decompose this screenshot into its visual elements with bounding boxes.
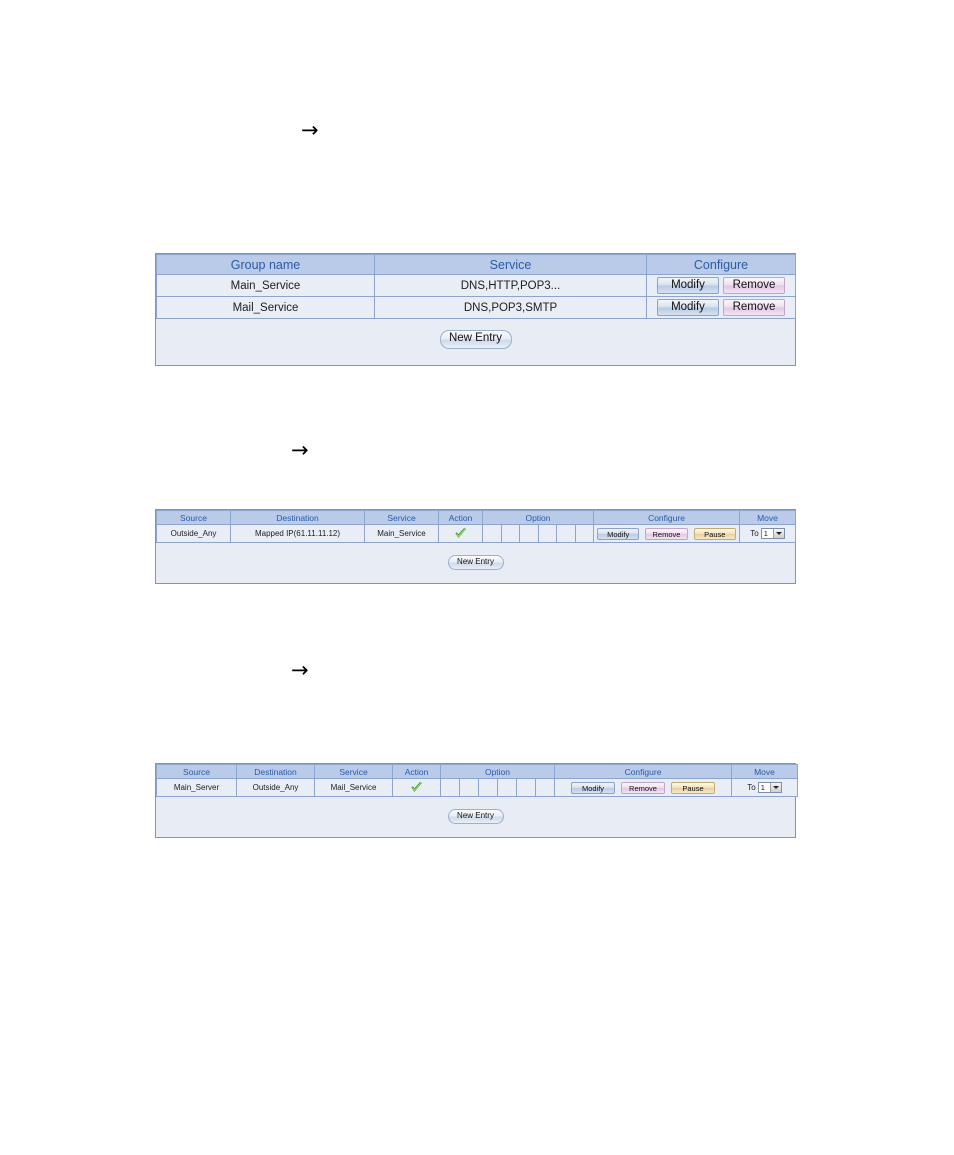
document-page: → Group name Service Configure Main_Serv…	[0, 0, 954, 1155]
cell-source: Main_Server	[156, 778, 237, 797]
column-header-option: Option	[440, 764, 555, 779]
section-arrow-2-icon: →	[291, 438, 309, 462]
move-position-value: 1	[760, 783, 765, 792]
option-slot	[460, 779, 479, 796]
option-slot	[479, 779, 498, 796]
modify-button[interactable]: Modify	[657, 299, 719, 316]
column-header-group-name: Group name	[156, 254, 375, 275]
cell-option	[482, 524, 594, 543]
policy-outgoing-panel: Source Destination Service Action Option…	[155, 763, 798, 838]
table-header-row: Source Destination Service Action Option…	[156, 510, 796, 525]
remove-button[interactable]: Remove	[723, 277, 785, 294]
option-slot	[520, 525, 539, 542]
column-header-move: Move	[731, 764, 798, 779]
cell-destination: Outside_Any	[236, 778, 315, 797]
cell-group-name: Mail_Service	[156, 296, 375, 319]
option-slot	[441, 779, 460, 796]
table-header-row: Group name Service Configure	[156, 254, 796, 275]
option-slot	[557, 525, 576, 542]
pause-button[interactable]: Pause	[693, 527, 736, 540]
column-header-configure: Configure	[646, 254, 796, 275]
column-header-source: Source	[156, 764, 237, 779]
column-header-destination: Destination	[230, 510, 365, 525]
option-slot	[536, 779, 554, 796]
modify-button[interactable]: Modify	[571, 781, 615, 794]
policy-incoming-panel: Source Destination Service Action Option…	[155, 509, 796, 584]
column-header-destination: Destination	[236, 764, 315, 779]
cell-configure: Modify Remove Pause	[593, 524, 740, 543]
pause-button[interactable]: Pause	[671, 781, 715, 794]
move-to-label: To	[747, 783, 756, 792]
column-header-option: Option	[482, 510, 594, 525]
table-row: Outside_Any Mapped IP(61.11.11.12) Main_…	[156, 524, 796, 543]
remove-button[interactable]: Remove	[723, 299, 785, 316]
remove-button[interactable]: Remove	[621, 781, 665, 794]
cell-service: Mail_Service	[314, 778, 393, 797]
move-position-select[interactable]: 1	[757, 782, 782, 793]
cell-move: To 1	[739, 524, 796, 543]
cell-move: To 1	[731, 778, 798, 797]
table-row: Main_Server Outside_Any Mail_Service Mod…	[156, 778, 798, 797]
cell-destination: Mapped IP(61.11.11.12)	[230, 524, 365, 543]
table-row: Mail_Service DNS,POP3,SMTP Modify Remove	[156, 296, 796, 319]
column-header-configure: Configure	[554, 764, 732, 779]
cell-option	[440, 778, 555, 797]
cell-source: Outside_Any	[156, 524, 231, 543]
option-slot	[539, 525, 557, 542]
column-header-action: Action	[438, 510, 483, 525]
cell-configure: Modify Remove Pause	[554, 778, 732, 797]
option-slot	[517, 779, 536, 796]
green-check-icon	[410, 781, 423, 794]
cell-group-name: Main_Service	[156, 274, 375, 297]
column-header-service: Service	[314, 764, 393, 779]
table-footer: New Entry	[156, 543, 795, 579]
cell-configure: Modify Remove	[646, 296, 796, 319]
option-slot	[502, 525, 520, 542]
column-header-action: Action	[392, 764, 441, 779]
service-group-table: Group name Service Configure Main_Servic…	[156, 254, 796, 319]
cell-service: DNS,POP3,SMTP	[374, 296, 647, 319]
column-header-move: Move	[739, 510, 796, 525]
modify-button[interactable]: Modify	[657, 277, 719, 294]
cell-service: DNS,HTTP,POP3...	[374, 274, 647, 297]
option-slot	[483, 525, 502, 542]
table-row: Main_Service DNS,HTTP,POP3... Modify Rem…	[156, 274, 796, 297]
cell-configure: Modify Remove	[646, 274, 796, 297]
chevron-down-icon	[769, 783, 781, 792]
policy-table-outgoing: Source Destination Service Action Option…	[156, 764, 798, 797]
move-position-select[interactable]: 1	[760, 528, 785, 539]
table-header-row: Source Destination Service Action Option…	[156, 764, 798, 779]
modify-button[interactable]: Modify	[597, 527, 640, 540]
move-position-value: 1	[763, 529, 768, 538]
chevron-down-icon	[772, 529, 784, 538]
cell-service: Main_Service	[364, 524, 439, 543]
column-header-source: Source	[156, 510, 231, 525]
new-entry-button[interactable]: New Entry	[447, 555, 504, 570]
table-footer: New Entry	[156, 797, 795, 833]
column-header-service: Service	[374, 254, 647, 275]
green-check-icon	[454, 527, 467, 540]
section-arrow-3-icon: →	[291, 658, 309, 682]
cell-action	[392, 778, 441, 797]
policy-table-incoming: Source Destination Service Action Option…	[156, 510, 796, 543]
cell-action	[438, 524, 483, 543]
option-slot	[576, 525, 594, 542]
new-entry-button[interactable]: New Entry	[447, 809, 504, 824]
new-entry-button[interactable]: New Entry	[439, 330, 512, 349]
table-footer: New Entry	[156, 319, 795, 359]
service-group-panel: Group name Service Configure Main_Servic…	[155, 253, 796, 366]
column-header-service: Service	[364, 510, 439, 525]
option-slot	[498, 779, 517, 796]
move-to-label: To	[750, 529, 759, 538]
column-header-configure: Configure	[593, 510, 740, 525]
section-arrow-1-icon: →	[301, 118, 319, 142]
remove-button[interactable]: Remove	[645, 527, 688, 540]
